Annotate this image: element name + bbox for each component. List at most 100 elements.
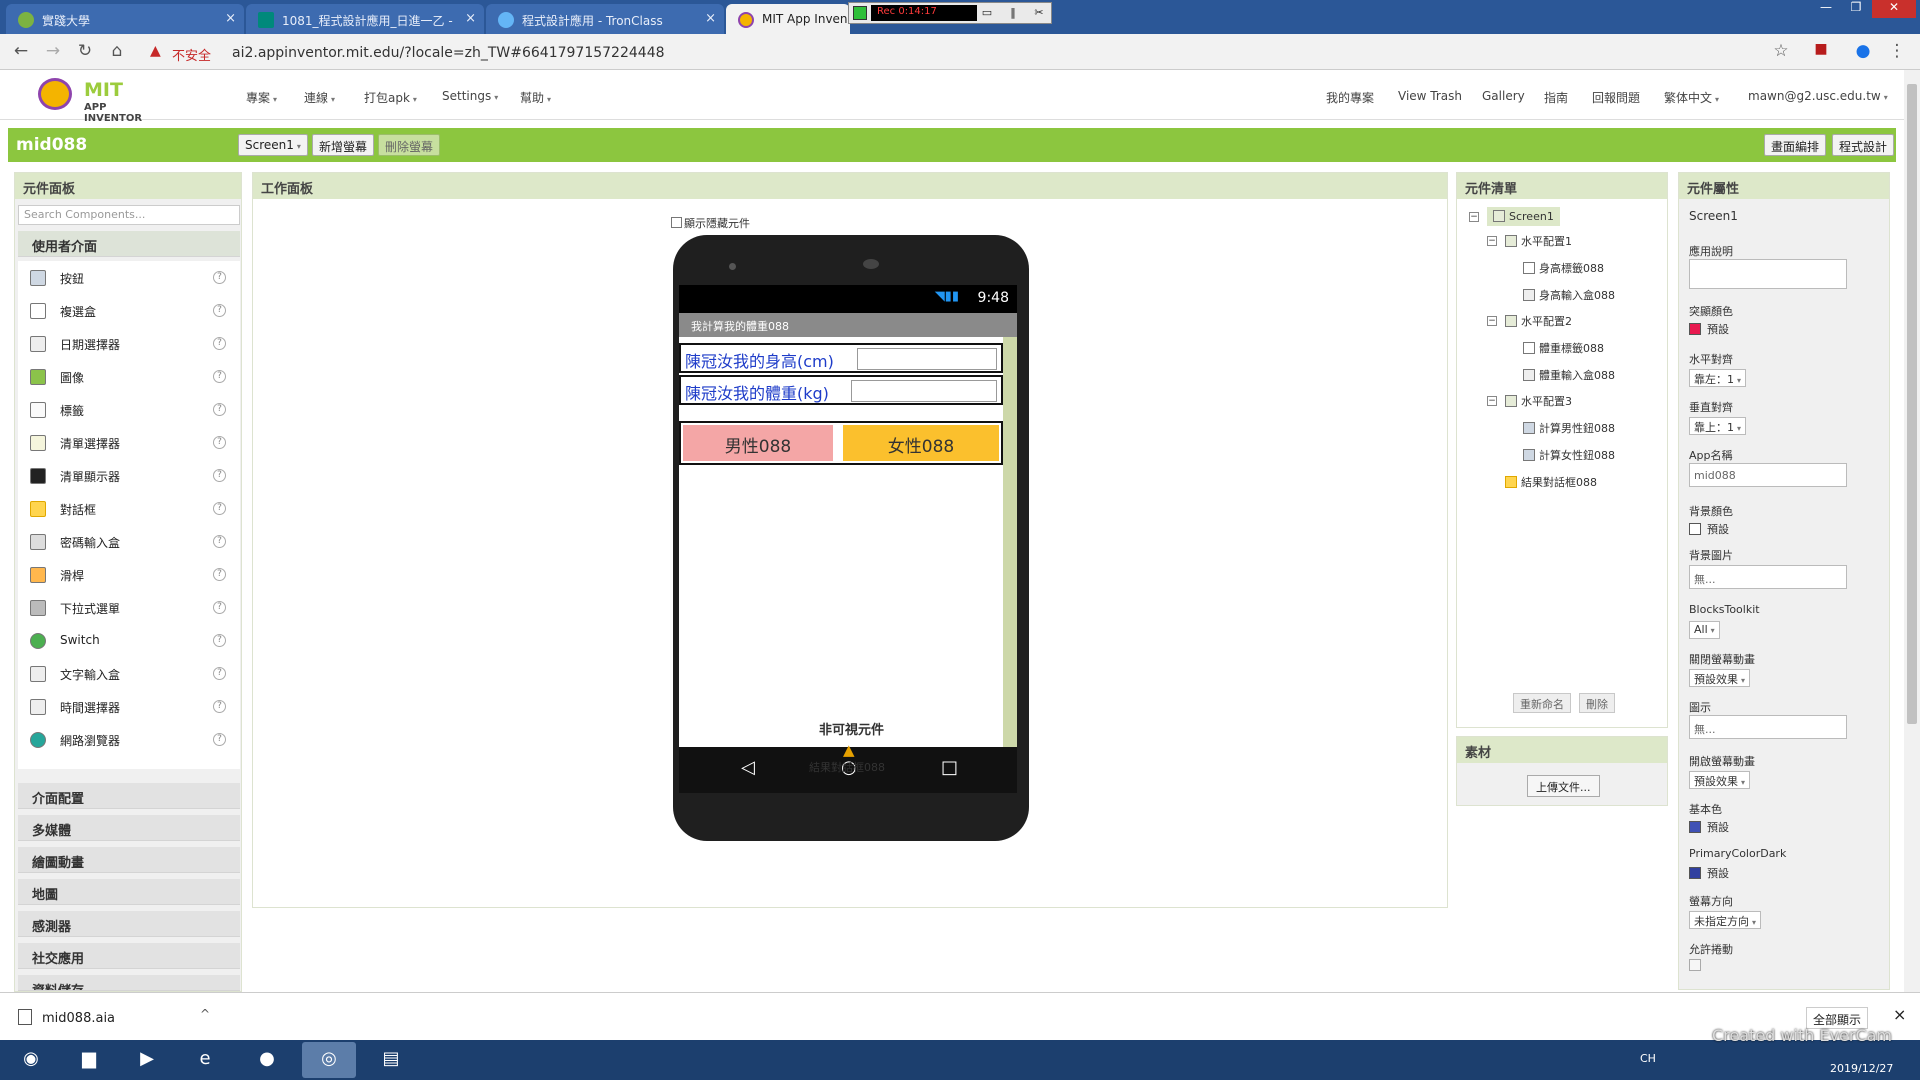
help-icon[interactable]: ? [213, 337, 226, 350]
prop-scrollable-checkbox[interactable] [1689, 959, 1707, 972]
designer-button[interactable]: 畫面編排 [1764, 134, 1827, 156]
prop-align-v-select[interactable]: 靠上：1 ▾ [1689, 417, 1747, 435]
media-player-icon[interactable]: ▶ [120, 1042, 174, 1078]
home-icon[interactable]: ⌂ [106, 41, 128, 63]
upload-file-button[interactable]: 上傳文件... [1527, 775, 1600, 797]
menu-settings[interactable]: Settings ▾ [442, 89, 498, 103]
help-icon[interactable]: ? [213, 733, 226, 746]
add-screen-button[interactable]: 新增螢幕 [312, 134, 375, 156]
remove-screen-button[interactable]: 刪除螢幕 [378, 134, 441, 156]
help-icon[interactable]: ? [213, 370, 226, 383]
prop-app-name-input[interactable]: mid088 [1689, 463, 1847, 487]
palette-item-passwordtextbox[interactable]: 密碼輸入盒? [18, 525, 240, 558]
firefox-icon[interactable]: ● [240, 1042, 294, 1078]
category-drawing[interactable]: 繪圖動畫 [18, 847, 240, 873]
tree-node-female-button[interactable]: 計算女性鈕088 [1523, 447, 1615, 463]
explorer-icon[interactable]: ▆ [62, 1042, 116, 1078]
category-maps[interactable]: 地圖 [18, 879, 240, 905]
url-field[interactable]: ▲ 不安全 ai2.appinventor.mit.edu/?locale=zh… [140, 38, 1780, 66]
tree-node-harr1[interactable]: 水平配置1 [1505, 233, 1572, 249]
help-icon[interactable]: ? [213, 502, 226, 515]
category-social[interactable]: 社交應用 [18, 943, 240, 969]
height-label[interactable]: 陳冠汝我的身高(cm) [685, 348, 834, 372]
notifier-warning-icon[interactable]: ▲ [843, 741, 855, 759]
prop-icon-input[interactable]: 無... [1689, 715, 1847, 739]
palette-item-timepicker[interactable]: 時間選擇器? [18, 690, 240, 723]
prop-open-anim-select[interactable]: 預設效果 ▾ [1689, 669, 1751, 687]
help-icon[interactable]: ? [213, 304, 226, 317]
horizontal-arrangement-2[interactable]: 陳冠汝我的體重(kg) [679, 375, 1003, 405]
palette-item-image[interactable]: 圖像? [18, 360, 240, 393]
prop-close-anim-select[interactable]: 預設效果 ▾ [1689, 771, 1751, 789]
search-components-input[interactable]: Search Components... [18, 205, 240, 225]
blocks-button[interactable]: 程式設計 [1832, 134, 1895, 156]
language-indicator[interactable]: CH [1640, 1052, 1656, 1065]
tab-close-icon[interactable]: × [225, 11, 236, 26]
prop-primary-dark-value[interactable]: 預設 [1689, 865, 1729, 881]
show-hidden-checkbox[interactable]: 顯示隱藏元件 [671, 215, 750, 231]
palette-item-listpicker[interactable]: 清單選擇器? [18, 426, 240, 459]
height-input[interactable] [857, 348, 997, 370]
palette-item-listview[interactable]: 清單顯示器? [18, 459, 240, 492]
palette-item-button[interactable]: 按鈕? [18, 261, 240, 294]
horizontal-arrangement-3[interactable]: 男性088 女性088 [679, 421, 1003, 465]
palette-item-checkbox[interactable]: 複選盒? [18, 294, 240, 327]
palette-item-textbox[interactable]: 文字輸入盒? [18, 657, 240, 690]
scrollbar-thumb[interactable] [1907, 84, 1917, 724]
category-media[interactable]: 多媒體 [18, 815, 240, 841]
category-sensors[interactable]: 感測器 [18, 911, 240, 937]
male-button[interactable]: 男性088 [683, 425, 833, 461]
palette-item-slider[interactable]: 滑桿? [18, 558, 240, 591]
back-icon[interactable]: ← [10, 41, 32, 63]
tree-node-male-button[interactable]: 計算男性鈕088 [1523, 420, 1615, 436]
link-guide[interactable]: 指南 [1544, 89, 1568, 106]
chrome-menu-icon[interactable]: ⋮ [1886, 41, 1908, 63]
palette-item-label[interactable]: 標籤? [18, 393, 240, 426]
help-icon[interactable]: ? [213, 634, 226, 647]
tree-node-notifier[interactable]: 結果對話框088 [1505, 474, 1597, 490]
appinventor-logo[interactable]: MIT APP INVENTOR [34, 76, 164, 124]
language-menu[interactable]: 繁体中文 ▾ [1664, 89, 1719, 106]
palette-item-webviewer[interactable]: 網路瀏覽器? [18, 723, 240, 756]
prop-blocks-toolkit-select[interactable]: All ▾ [1689, 621, 1720, 639]
pdf-extension-icon[interactable]: ■ [1810, 41, 1832, 63]
prop-bg-image-input[interactable]: 無... [1689, 565, 1847, 589]
palette-item-datepicker[interactable]: 日期選擇器? [18, 327, 240, 360]
profile-icon[interactable]: ● [1852, 41, 1874, 63]
pause-icon[interactable]: ‖ [1005, 6, 1021, 22]
app-title-bar[interactable]: 我計算我的體重088 [679, 313, 1017, 337]
tab-close-icon[interactable]: × [465, 11, 476, 26]
link-report-issue[interactable]: 回報問題 [1592, 89, 1640, 106]
maximize-icon[interactable]: ❐ [1842, 0, 1870, 18]
chrome-icon[interactable]: ◎ [302, 1042, 356, 1078]
screen-select-dropdown[interactable]: Screen1 ▾ [238, 134, 308, 156]
help-icon[interactable]: ? [213, 667, 226, 680]
url-text[interactable]: ai2.appinventor.mit.edu/?locale=zh_TW#66… [232, 45, 665, 61]
tree-node-height-input[interactable]: 身高輸入盒088 [1523, 287, 1615, 303]
close-icon[interactable]: × [1893, 1005, 1906, 1024]
help-icon[interactable]: ? [213, 271, 226, 284]
female-button[interactable]: 女性088 [843, 425, 999, 461]
rename-button[interactable]: 重新命名 [1513, 693, 1571, 713]
palette-item-spinner[interactable]: 下拉式選單? [18, 591, 240, 624]
browser-tab-3[interactable]: 程式設計應用 - TronClass × [486, 4, 724, 34]
start-icon[interactable]: ◉ [4, 1042, 58, 1078]
window-close-icon[interactable]: ✕ [1872, 0, 1916, 18]
forward-icon[interactable]: → [42, 41, 64, 63]
browser-tab-appinventor[interactable]: MIT App Inven [726, 4, 850, 34]
help-icon[interactable]: ? [213, 601, 226, 614]
weight-input[interactable] [851, 380, 997, 402]
help-icon[interactable]: ? [213, 568, 226, 581]
non-visible-notifier[interactable]: 結果對話框088 [809, 759, 885, 775]
browser-tab-1[interactable]: 實踐大學 × [6, 4, 244, 34]
prop-about-input[interactable] [1689, 259, 1847, 289]
screen-icon[interactable]: ▭ [979, 6, 995, 22]
category-user-interface[interactable]: 使用者介面 [18, 231, 240, 257]
prop-primary-value[interactable]: 預設 [1689, 819, 1729, 835]
help-icon[interactable]: ? [213, 436, 226, 449]
download-item[interactable]: mid088.aia [18, 1009, 115, 1026]
prop-orientation-select[interactable]: 未指定方向 ▾ [1689, 911, 1762, 929]
menu-project[interactable]: 專案 ▾ [246, 89, 277, 106]
category-layout[interactable]: 介面配置 [18, 783, 240, 809]
menu-help[interactable]: 幫助 ▾ [520, 89, 551, 106]
